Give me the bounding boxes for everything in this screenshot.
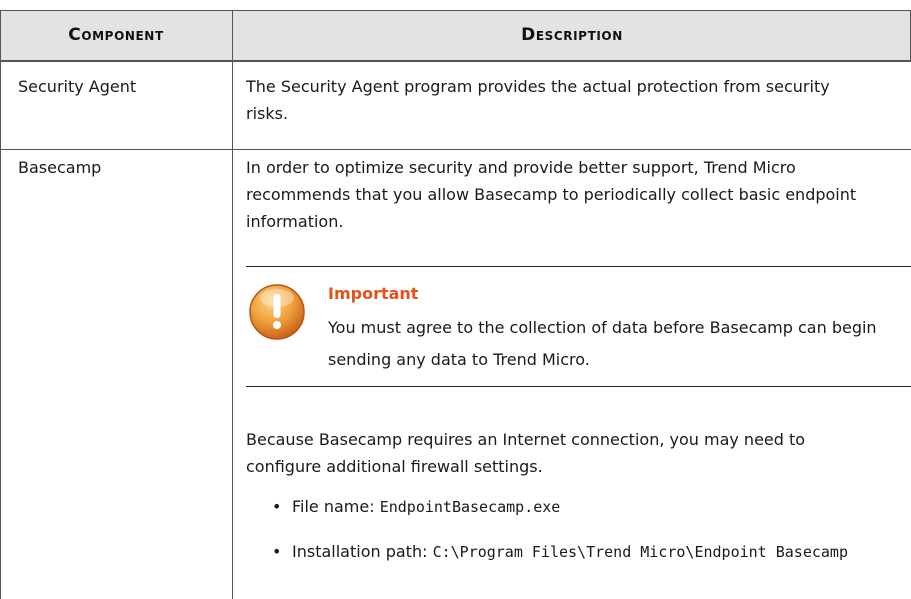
header-component: Component bbox=[68, 25, 164, 45]
row-basecamp-intro: In order to optimize security and provid… bbox=[246, 158, 857, 231]
table-left-border bbox=[0, 10, 1, 599]
bullet-dot: • bbox=[272, 497, 282, 516]
list-item: Installation path: C:\Program Files\Tren… bbox=[292, 540, 904, 564]
bullet-label: Installation path: bbox=[292, 542, 433, 561]
component-table: Component Description Security Agent The… bbox=[0, 0, 911, 599]
row-security-agent-description: The Security Agent program provides the … bbox=[246, 77, 830, 123]
row-basecamp-outro: Because Basecamp requires an Internet co… bbox=[246, 430, 806, 476]
row-divider bbox=[0, 149, 911, 150]
column-divider bbox=[232, 10, 233, 599]
header-description: Description bbox=[521, 25, 623, 45]
table-header: Component Description bbox=[0, 10, 911, 62]
list-item: File name: EndpointBasecamp.exe bbox=[292, 495, 892, 519]
important-top-rule bbox=[246, 266, 911, 267]
bullet-dot: • bbox=[272, 542, 282, 561]
important-title: Important bbox=[328, 284, 419, 303]
important-bottom-rule bbox=[246, 386, 911, 387]
bullet-value: C:\Program Files\Trend Micro\Endpoint Ba… bbox=[432, 543, 848, 561]
bullet-label: File name: bbox=[292, 497, 380, 516]
warning-icon bbox=[246, 281, 308, 343]
important-text: You must agree to the collection of data… bbox=[328, 318, 877, 369]
bullet-value: EndpointBasecamp.exe bbox=[379, 498, 561, 516]
row-security-agent-component: Security Agent bbox=[18, 77, 137, 96]
row-basecamp-component: Basecamp bbox=[18, 158, 102, 177]
